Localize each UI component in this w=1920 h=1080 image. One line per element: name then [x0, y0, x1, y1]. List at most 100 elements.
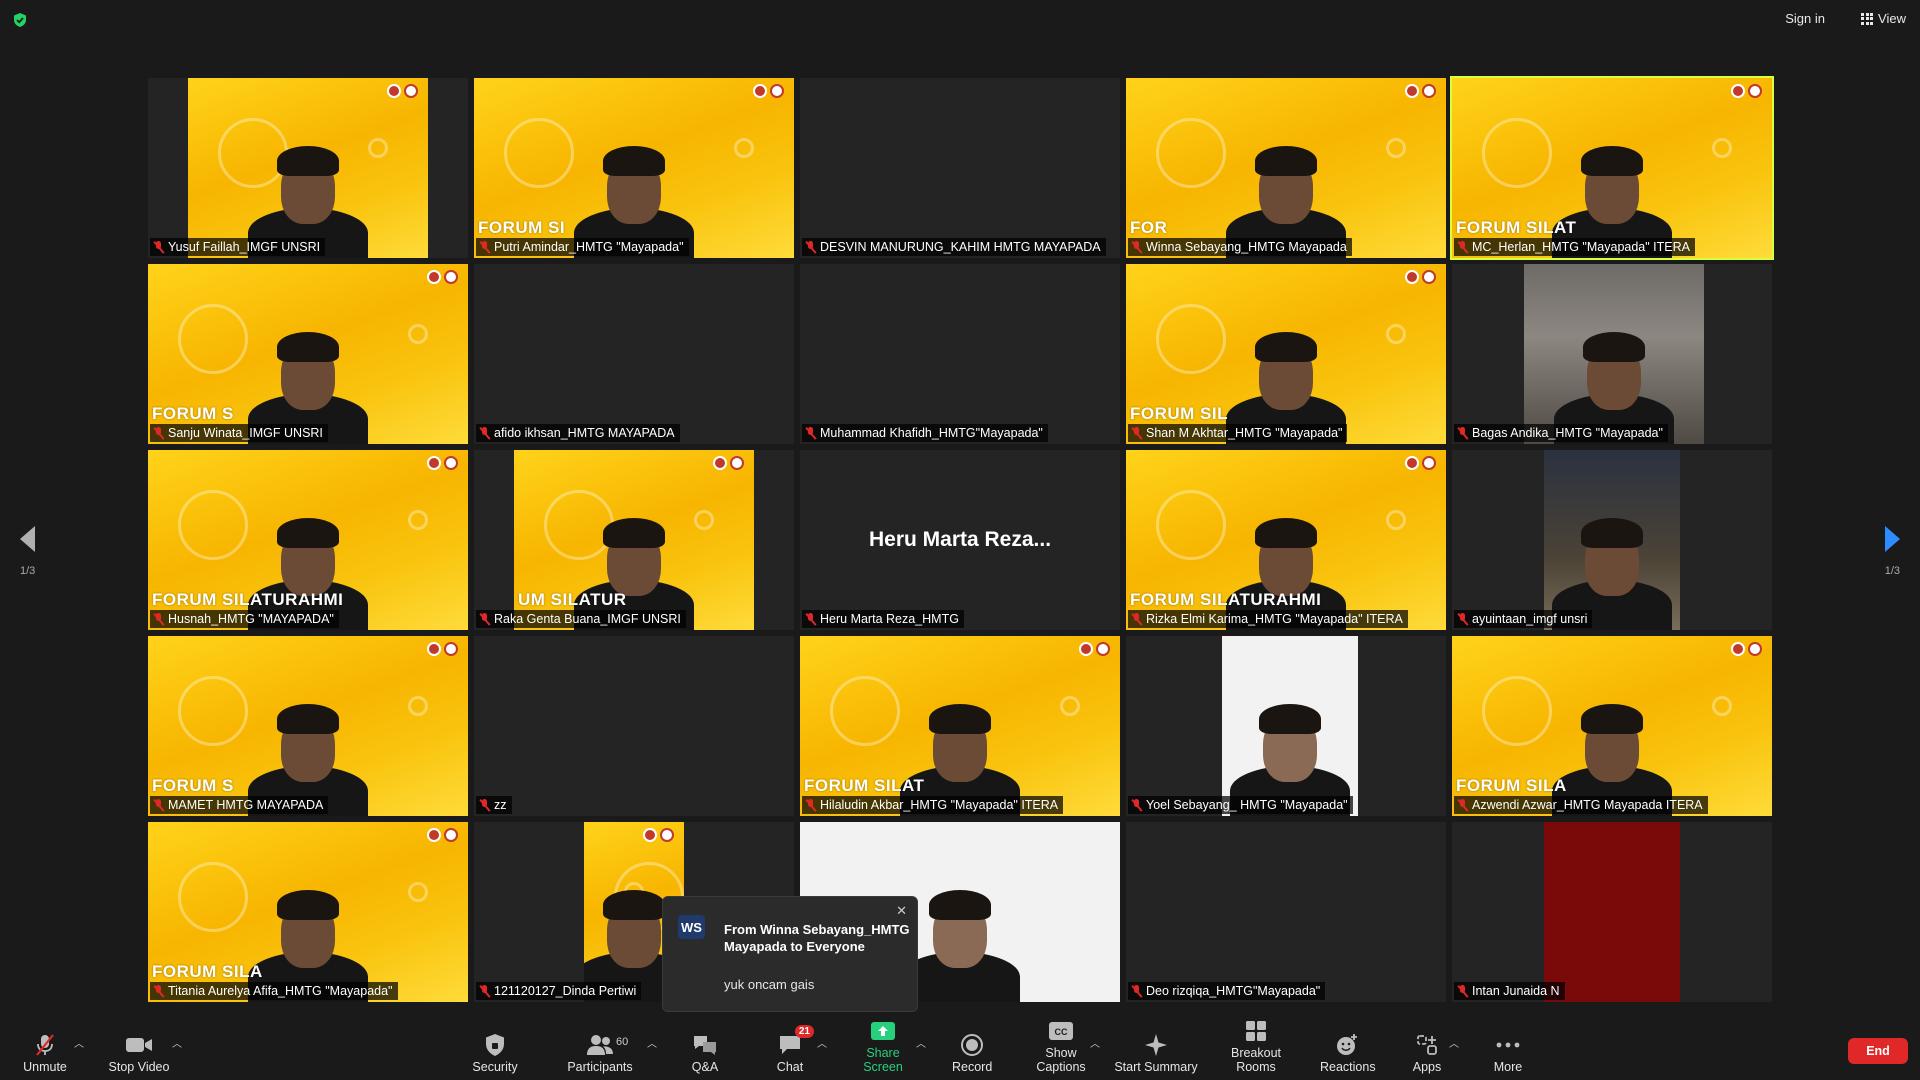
participants-options-chevron-icon[interactable]: ︿ — [647, 1035, 657, 1050]
muted-mic-icon — [1457, 426, 1468, 440]
logo-icon — [1405, 84, 1419, 98]
view-button[interactable]: View — [1861, 11, 1906, 26]
sign-in-link[interactable]: Sign in — [1785, 11, 1825, 26]
hair-shape — [277, 518, 339, 548]
video-feed — [1544, 822, 1680, 1002]
participant-tile[interactable]: FORUM SIL Shan M Akhtar_HMTG "Mayapada" — [1126, 264, 1446, 444]
participant-nameplate: Winna Sebayang_HMTG Mayapada — [1128, 238, 1352, 256]
participant-tile[interactable]: UM SILATUR Raka Genta Buana_IMGF UNSRI — [474, 450, 794, 630]
next-page-icon[interactable] — [1885, 526, 1900, 552]
muted-mic-icon — [1131, 612, 1142, 626]
participant-tile[interactable]: FORUM SILA Titania Aurelya Afifa_HMTG "Ma… — [148, 822, 468, 1002]
decorative-ring — [1712, 138, 1732, 158]
security-button[interactable]: Security — [470, 1030, 520, 1074]
end-meeting-button[interactable]: End — [1848, 1038, 1908, 1064]
participant-tile[interactable]: Deo rizqiqa_HMTG"Mayapada" — [1126, 822, 1446, 1002]
decorative-ring — [1060, 696, 1080, 716]
participant-silhouette — [1221, 294, 1351, 444]
decorative-ring — [504, 118, 574, 188]
more-button[interactable]: More — [1490, 1030, 1526, 1074]
share-options-chevron-icon[interactable]: ︿ — [916, 1035, 926, 1050]
breakout-rooms-icon — [1246, 1021, 1266, 1041]
participant-silhouette — [243, 666, 373, 816]
participant-tile[interactable]: FORUM SILATURAHMI Husnah_HMTG "MAYAPADA" — [148, 450, 468, 630]
security-shield-icon — [486, 1034, 504, 1056]
event-banner-text: FORUM SILATURAHMI — [1130, 590, 1322, 609]
participant-name: Husnah_HMTG "MAYAPADA" — [168, 612, 334, 626]
participant-tile[interactable]: FORUM SILATURAHMI Rizka Elmi Karima_HMTG … — [1126, 450, 1446, 630]
participant-nameplate: Sanju Winata_IMGF UNSRI — [150, 424, 328, 442]
participant-nameplate: Putri Amindar_HMTG "Mayapada" — [476, 238, 689, 256]
event-logos — [427, 456, 458, 470]
muted-mic-icon — [1457, 984, 1468, 998]
participant-name: Azwendi Azwar_HMTG Mayapada ITERA — [1472, 798, 1703, 812]
audio-options-chevron-icon[interactable]: ︿ — [74, 1035, 84, 1050]
video-options-chevron-icon[interactable]: ︿ — [172, 1035, 182, 1050]
unmute-button[interactable]: Unmute — [20, 1030, 70, 1074]
muted-mic-icon — [1131, 984, 1142, 998]
close-icon[interactable]: ✕ — [896, 903, 907, 919]
logo-icon — [444, 642, 458, 656]
logo-icon — [643, 828, 657, 842]
participant-tile[interactable]: ayuintaan_imgf unsri — [1452, 450, 1772, 630]
participant-tile[interactable]: FORUM SILAT MC_Herlan_HMTG "Mayapada" ITE… — [1450, 76, 1774, 260]
reactions-button[interactable]: Reactions — [1320, 1030, 1376, 1074]
previous-page-icon[interactable] — [20, 526, 35, 552]
participant-tile[interactable]: Muhammad Khafidh_HMTG"Mayapada" — [800, 264, 1120, 444]
apps-button[interactable]: Apps — [1410, 1030, 1444, 1074]
participant-name: 121120127_Dinda Pertiwi — [494, 984, 637, 998]
logo-icon — [1079, 642, 1093, 656]
shield-check-icon[interactable] — [12, 12, 28, 28]
muted-mic-icon — [479, 798, 490, 812]
participant-tile[interactable]: zz — [474, 636, 794, 816]
muted-mic-icon — [1131, 798, 1142, 812]
event-logos — [1079, 642, 1110, 656]
participant-tile[interactable]: Yusuf Faillah_IMGF UNSRI — [148, 78, 468, 258]
record-button[interactable]: Record — [952, 1030, 992, 1074]
chat-button[interactable]: 21 Chat — [774, 1025, 814, 1074]
participant-tile[interactable]: FORUM SILA Azwendi Azwar_HMTG Mayapada IT… — [1452, 636, 1772, 816]
participant-nameplate: afido ikhsan_HMTG MAYAPADA — [476, 424, 680, 442]
participant-display-name: Heru Marta Reza... — [868, 528, 1052, 551]
participant-name: Yusuf Faillah_IMGF UNSRI — [168, 240, 321, 254]
participant-name: Rizka Elmi Karima_HMTG "Mayapada" ITERA — [1146, 612, 1403, 626]
participant-tile[interactable]: Bagas Andika_HMTG "Mayapada" — [1452, 264, 1772, 444]
qa-button[interactable]: Q&A — [690, 1030, 720, 1074]
muted-mic-icon — [1457, 240, 1468, 254]
captions-options-chevron-icon[interactable]: ︿ — [1090, 1035, 1100, 1050]
participant-tile[interactable]: FORUM S MAMET HMTG MAYAPADA — [148, 636, 468, 816]
participant-tile[interactable]: FORUM S Sanju Winata_IMGF UNSRI — [148, 264, 468, 444]
event-banner-text: FORUM SILAT — [1456, 218, 1577, 237]
participant-tile[interactable]: Yoel Sebayang_ HMTG "Mayapada" — [1126, 636, 1446, 816]
apps-label: Apps — [1412, 1060, 1442, 1074]
video-feed: FORUM SILAT — [1452, 78, 1772, 258]
share-screen-button[interactable]: Share Screen — [848, 1016, 918, 1074]
hair-shape — [929, 704, 991, 734]
chat-options-chevron-icon[interactable]: ︿ — [817, 1035, 827, 1050]
participant-nameplate: Muhammad Khafidh_HMTG"Mayapada" — [802, 424, 1048, 442]
page-indicator-right: 1/3 — [1884, 565, 1900, 577]
decorative-ring — [178, 304, 248, 374]
breakout-rooms-button[interactable]: Breakout Rooms — [1211, 1016, 1301, 1074]
participant-tile[interactable]: Heru Marta Reza... Heru Marta Reza_HMTG — [800, 450, 1120, 630]
muted-mic-icon — [1131, 240, 1142, 254]
participant-tile[interactable]: FORUM SI Putri Amindar_HMTG "Mayapada" — [474, 78, 794, 258]
participant-tile[interactable]: DESVIN MANURUNG_KAHIM HMTG MAYAPADA — [800, 78, 1120, 258]
video-feed — [1524, 264, 1704, 444]
participant-tile[interactable]: Intan Junaida N — [1452, 822, 1772, 1002]
start-summary-button[interactable]: Start Summary — [1114, 1030, 1198, 1074]
apps-options-chevron-icon[interactable]: ︿ — [1449, 1035, 1459, 1050]
hair-shape — [1255, 146, 1317, 176]
logo-icon — [1731, 84, 1745, 98]
participants-button[interactable]: 60 Participants — [566, 1030, 634, 1074]
participant-tile[interactable]: FORUM SILAT Hilaludin Akbar_HMTG "Mayapad… — [800, 636, 1120, 816]
chat-notification[interactable]: WS From Winna Sebayang_HMTG Mayapada to … — [662, 896, 918, 1012]
participants-count: 60 — [616, 1036, 629, 1048]
participant-tile[interactable]: FOR Winna Sebayang_HMTG Mayapada — [1126, 78, 1446, 258]
page-indicator-left: 1/3 — [20, 565, 36, 577]
event-banner-text: FOR — [1130, 218, 1168, 237]
event-banner-text: FORUM SIL — [1130, 404, 1228, 423]
participant-tile[interactable]: afido ikhsan_HMTG MAYAPADA — [474, 264, 794, 444]
stop-video-button[interactable]: Stop Video — [106, 1030, 172, 1074]
start-summary-label: Start Summary — [1114, 1060, 1198, 1074]
